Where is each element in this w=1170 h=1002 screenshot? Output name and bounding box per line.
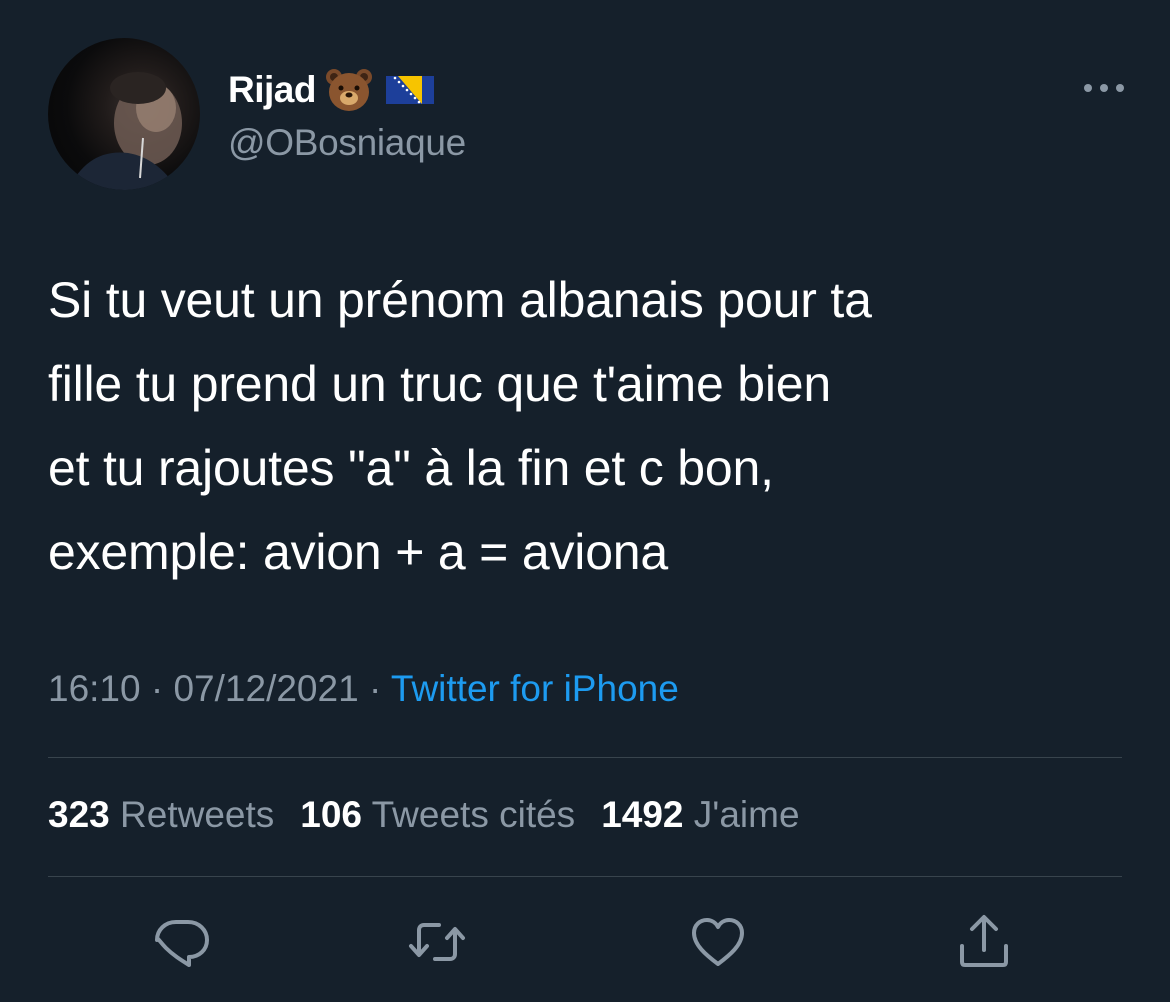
quotes-label: Tweets cités: [371, 794, 576, 835]
meta-separator: ·: [358, 668, 391, 709]
likes-count: 1492: [601, 794, 684, 835]
display-name[interactable]: Rijad: [228, 69, 316, 111]
meta-separator: ·: [140, 668, 174, 709]
bear-emoji-icon: [325, 69, 372, 111]
retweet-icon[interactable]: [405, 910, 469, 974]
quotes-stat[interactable]: 106 Tweets cités: [300, 794, 575, 836]
bosnia-flag-icon: [385, 76, 434, 104]
name-row: Rijad: [228, 66, 434, 114]
share-icon[interactable]: [952, 910, 1016, 974]
divider: [48, 876, 1122, 877]
action-bar: [0, 910, 1170, 974]
avatar[interactable]: [48, 38, 200, 190]
heart-icon[interactable]: [686, 910, 750, 974]
retweets-label: Retweets: [120, 794, 275, 835]
retweets-count: 323: [48, 794, 110, 835]
reply-icon[interactable]: [150, 910, 214, 974]
tweet-meta: 16:10 · 07/12/2021 · Twitter for iPhone: [48, 668, 679, 710]
retweets-stat[interactable]: 323 Retweets: [48, 794, 274, 836]
quotes-count: 106: [300, 794, 362, 835]
tweet-stats: 323 Retweets 106 Tweets cités 1492 J'aim…: [48, 794, 826, 836]
tweet-text: Si tu veut un prénom albanais pour ta fi…: [48, 272, 872, 580]
divider: [48, 757, 1122, 758]
more-dots-icon[interactable]: [1080, 78, 1128, 98]
likes-label: J'aime: [693, 794, 800, 835]
tweet-time: 16:10: [48, 668, 141, 709]
tweet-source-link[interactable]: Twitter for iPhone: [391, 668, 679, 709]
tweet-header: Rijad @OBosniaque: [48, 38, 1128, 190]
user-handle[interactable]: @OBosniaque: [228, 122, 466, 164]
tweet-date: 07/12/2021: [173, 668, 359, 709]
likes-stat[interactable]: 1492 J'aime: [601, 794, 799, 836]
